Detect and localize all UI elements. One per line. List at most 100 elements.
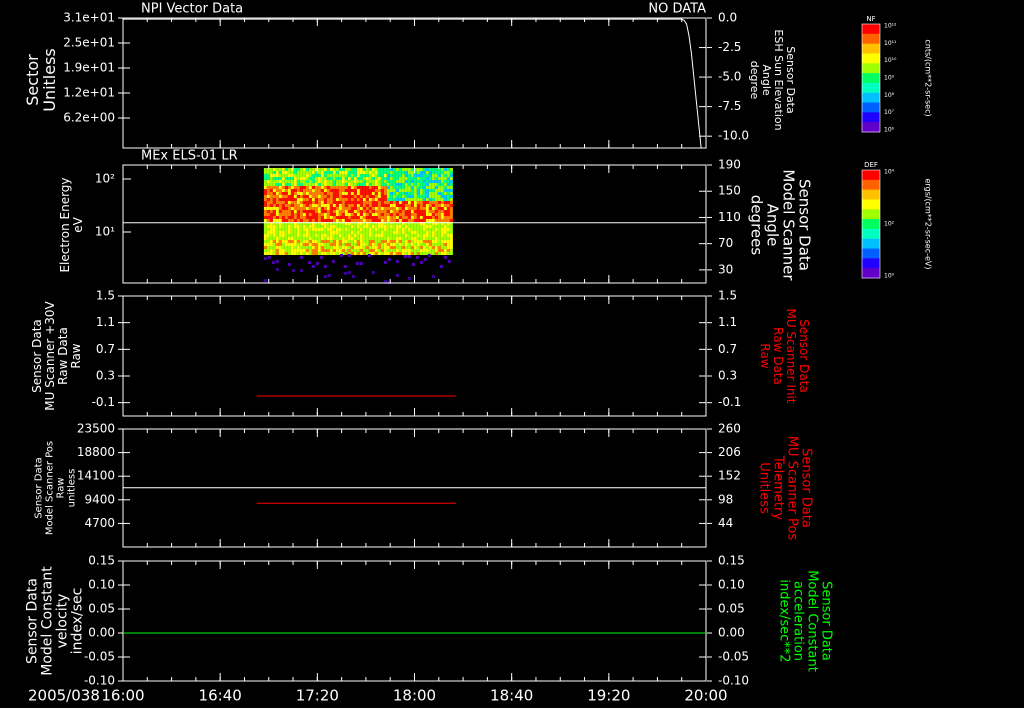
spectrogram-cell — [383, 198, 387, 201]
spectrogram-cell — [377, 174, 381, 177]
spectrogram-cell — [380, 168, 384, 171]
spectrogram-cell — [359, 240, 363, 243]
spectrogram-cell — [368, 207, 372, 210]
spectrogram-cell — [401, 252, 405, 255]
spectrogram-cell — [440, 228, 444, 231]
spectrogram-cell — [302, 168, 306, 171]
spectrogram-cell — [383, 252, 387, 255]
spectrogram-cell — [419, 204, 423, 207]
spectrogram-cell — [344, 171, 348, 174]
spectrogram-cell — [335, 213, 339, 216]
right-y-axis-label: MU Scanner Pos — [785, 436, 800, 541]
spectrogram-cell — [326, 183, 330, 186]
spectrogram-cell — [404, 177, 408, 180]
spectrogram-cell — [416, 195, 420, 198]
spectrogram-cell — [293, 180, 297, 183]
spectrogram-cell — [398, 210, 402, 213]
colorbar-segment — [862, 92, 880, 104]
spectrogram-cell — [269, 231, 273, 234]
spectrogram-cell — [416, 174, 420, 177]
spectrogram-cell — [380, 234, 384, 237]
spectrogram-cell — [284, 252, 288, 255]
spectrogram-cell — [293, 249, 297, 252]
spectrogram-cell — [290, 210, 294, 213]
spectrogram-cell — [338, 225, 342, 228]
spectrogram-cell — [359, 180, 363, 183]
spectrogram-cell — [302, 204, 306, 207]
spectrogram-cell — [308, 174, 312, 177]
spectrogram-cell — [344, 237, 348, 240]
spectrogram-cell — [431, 192, 435, 195]
spectrogram-cell — [281, 192, 285, 195]
spectrogram-cell — [431, 219, 435, 222]
spectrogram-cell — [278, 225, 282, 228]
spectrogram-cell — [293, 198, 297, 201]
spectrogram-cell — [389, 246, 393, 249]
spectrogram-cell — [287, 219, 291, 222]
spectrogram-cell — [278, 195, 282, 198]
spectrogram-cell — [320, 198, 324, 201]
y-right-tick-label: -2.5 — [718, 40, 741, 54]
spectrogram-cell — [398, 201, 402, 204]
spectrogram-cell — [314, 195, 318, 198]
spectrogram-cell — [338, 249, 342, 252]
spectrogram-cell — [404, 174, 408, 177]
spectrogram-cell — [284, 228, 288, 231]
y-right-tick-label: 152 — [718, 469, 741, 483]
spectrogram-cell — [386, 219, 390, 222]
spectrogram-cell — [347, 234, 351, 237]
y-right-tick-label: 44 — [718, 516, 733, 530]
spectrogram-cell — [359, 168, 363, 171]
spectrogram-cell — [341, 204, 345, 207]
spectrogram-cell — [422, 216, 426, 219]
spectrogram-cell — [317, 219, 321, 222]
y-right-tick-label: -0.10 — [718, 674, 749, 688]
spectrogram-cell — [383, 201, 387, 204]
spectrogram-cell — [434, 189, 438, 192]
spectrogram-cell — [449, 234, 453, 237]
spectrogram-cell — [401, 219, 405, 222]
spectrogram-cell — [374, 237, 378, 240]
colorbar-tick-label: 10¹² — [884, 23, 897, 30]
spectrogram-cell — [284, 231, 288, 234]
spectrogram-cell — [266, 213, 270, 216]
spectrogram-cell — [299, 249, 303, 252]
spectrogram-cell — [338, 180, 342, 183]
spectrogram-cell — [398, 177, 402, 180]
spectrogram-cell — [374, 213, 378, 216]
x-tick-label: 18:40 — [490, 687, 533, 705]
spectrogram-cell — [305, 201, 309, 204]
spectrogram-cell — [449, 192, 453, 195]
spectrogram-cell — [266, 219, 270, 222]
spectrogram-cell — [431, 240, 435, 243]
spectrogram-cell — [383, 207, 387, 210]
spectrogram-cell — [428, 180, 432, 183]
spectrogram-cell — [374, 189, 378, 192]
spectrogram-cell — [365, 180, 369, 183]
spectrogram-cell — [278, 237, 282, 240]
spectrogram-cell — [440, 225, 444, 228]
spectrogram-cell — [269, 174, 273, 177]
spectrogram-cell — [392, 225, 396, 228]
spectrogram-cell — [326, 219, 330, 222]
spectrogram-cell — [323, 216, 327, 219]
colorbar-tick-label: 10⁶ — [884, 127, 895, 134]
spectrogram-cell — [374, 231, 378, 234]
spectrogram-cell — [439, 265, 443, 268]
spectrogram-cell — [353, 240, 357, 243]
spectrogram-cell — [407, 186, 411, 189]
spectrogram-cell — [380, 189, 384, 192]
spectrogram-cell — [404, 189, 408, 192]
spectrogram-cell — [329, 243, 333, 246]
spectrogram-cell — [329, 201, 333, 204]
spectrogram-cell — [287, 252, 291, 255]
spectrogram-cell — [263, 192, 267, 195]
right-y-axis-label: Sensor Data — [799, 448, 814, 528]
spectrogram-cell — [284, 186, 288, 189]
spectrogram-cell — [341, 171, 345, 174]
spectrogram-cell — [401, 246, 405, 249]
spectrogram-cell — [347, 171, 351, 174]
spectrogram-cell — [335, 204, 339, 207]
spectrogram-cell — [293, 240, 297, 243]
spectrogram-cell — [284, 168, 288, 171]
